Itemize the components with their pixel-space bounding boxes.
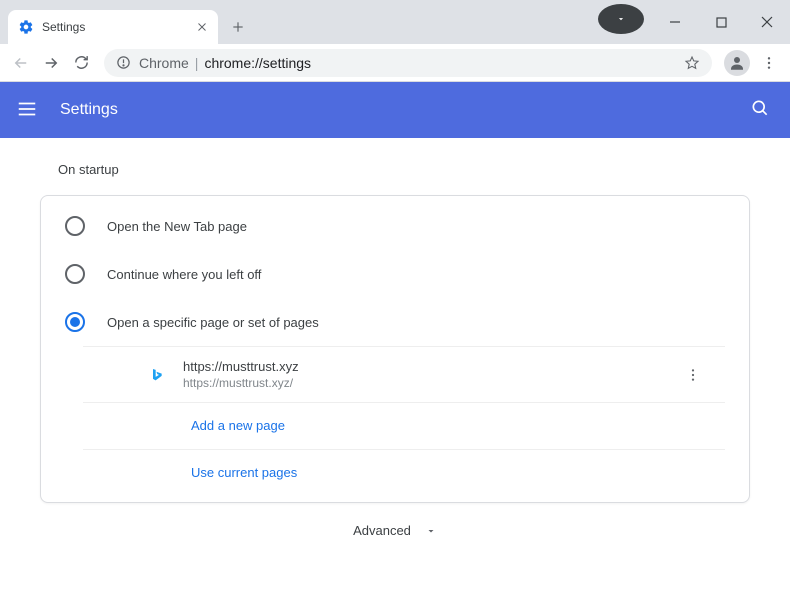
advanced-toggle[interactable]: Advanced <box>0 503 790 546</box>
radio-label: Open a specific page or set of pages <box>107 315 319 330</box>
bookmark-icon[interactable] <box>684 55 700 71</box>
browser-tab[interactable]: Settings <box>8 10 218 44</box>
new-tab-button[interactable] <box>224 13 252 41</box>
search-icon[interactable] <box>750 98 774 122</box>
radio-continue[interactable]: Continue where you left off <box>41 250 749 298</box>
radio-icon <box>65 264 85 284</box>
omnibox-path: chrome://settings <box>204 55 311 71</box>
section-title: On startup <box>58 162 790 177</box>
add-page-link[interactable]: Add a new page <box>191 418 285 433</box>
bing-icon <box>149 367 165 383</box>
settings-content: PCRISK.COM On startup Open the New Tab p… <box>0 138 790 616</box>
forward-button[interactable] <box>36 48 66 78</box>
site-info-icon[interactable] <box>116 55 131 70</box>
page-title: Settings <box>60 101 118 119</box>
close-icon[interactable] <box>196 21 208 33</box>
add-page-row[interactable]: Add a new page <box>83 402 725 449</box>
startup-page-title: https://musttrust.xyz <box>183 359 299 374</box>
chevron-down-icon <box>425 525 437 537</box>
startup-page-url: https://musttrust.xyz/ <box>183 376 299 390</box>
radio-new-tab[interactable]: Open the New Tab page <box>41 202 749 250</box>
reload-button[interactable] <box>66 48 96 78</box>
tab-title: Settings <box>42 20 196 34</box>
use-current-row[interactable]: Use current pages <box>83 449 725 496</box>
browser-toolbar: Chrome | chrome://settings <box>0 44 790 82</box>
profile-avatar[interactable] <box>724 50 750 76</box>
profile-badge-icon[interactable] <box>598 4 644 34</box>
radio-icon <box>65 312 85 332</box>
maximize-button[interactable] <box>698 7 744 37</box>
address-bar[interactable]: Chrome | chrome://settings <box>104 49 712 77</box>
omnibox-host: Chrome <box>139 55 189 71</box>
window-titlebar: Settings <box>0 0 790 44</box>
radio-label: Open the New Tab page <box>107 219 247 234</box>
browser-menu-button[interactable] <box>754 48 784 78</box>
use-current-link[interactable]: Use current pages <box>191 465 297 480</box>
radio-label: Continue where you left off <box>107 267 261 282</box>
radio-specific-pages[interactable]: Open a specific page or set of pages <box>41 298 749 346</box>
advanced-label: Advanced <box>353 523 411 538</box>
startup-page-row: https://musttrust.xyz https://musttrust.… <box>83 346 725 402</box>
minimize-button[interactable] <box>652 7 698 37</box>
page-menu-button[interactable] <box>685 367 701 383</box>
close-window-button[interactable] <box>744 7 790 37</box>
omnibox-separator: | <box>195 55 199 71</box>
menu-icon[interactable] <box>16 98 40 122</box>
window-controls <box>598 0 790 44</box>
startup-card: Open the New Tab page Continue where you… <box>40 195 750 503</box>
gear-icon <box>18 19 34 35</box>
back-button[interactable] <box>6 48 36 78</box>
settings-header: Settings <box>0 82 790 138</box>
radio-icon <box>65 216 85 236</box>
